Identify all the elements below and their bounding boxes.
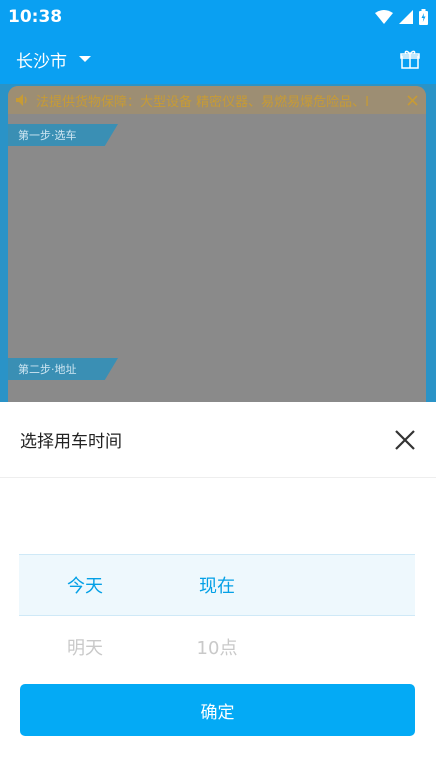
time-option[interactable]: 10点 bbox=[157, 634, 277, 660]
close-icon[interactable] bbox=[394, 429, 416, 451]
speaker-icon bbox=[16, 94, 27, 106]
status-time: 10:38 bbox=[8, 7, 63, 27]
day-option-selected[interactable]: 今天 bbox=[25, 572, 145, 598]
close-icon[interactable] bbox=[407, 94, 418, 106]
sheet-title: 选择用车时间 bbox=[20, 432, 122, 452]
time-picker-sheet: 选择用车时间 今天 现在 明天 10点 确定 bbox=[0, 402, 436, 776]
sheet-header: 选择用车时间 bbox=[0, 402, 436, 478]
wifi-icon bbox=[375, 10, 393, 24]
system-icons bbox=[375, 9, 428, 25]
status-bar: 10:38 bbox=[0, 0, 436, 34]
step-1-label: 第一步·选车 bbox=[8, 124, 118, 146]
notice-text: 法提供货物保障：大型设备 精密仪器、易燃易爆危险品、I bbox=[36, 94, 369, 110]
step-2-label: 第二步·地址 bbox=[8, 358, 118, 380]
app-bar: 长沙市 bbox=[0, 34, 436, 84]
confirm-button[interactable]: 确定 bbox=[20, 684, 415, 736]
day-option[interactable]: 明天 bbox=[25, 634, 145, 660]
order-card: 法提供货物保障：大型设备 精密仪器、易燃易爆危险品、I 第一步·选车 第二步·地… bbox=[8, 86, 426, 446]
gift-icon[interactable] bbox=[400, 49, 420, 69]
battery-icon bbox=[419, 9, 428, 25]
city-selector[interactable]: 长沙市 bbox=[16, 47, 91, 72]
chevron-down-icon bbox=[79, 56, 91, 62]
time-option-selected[interactable]: 现在 bbox=[157, 572, 277, 598]
time-picker[interactable]: 今天 现在 明天 10点 bbox=[19, 554, 415, 678]
notice-bar: 法提供货物保障：大型设备 精密仪器、易燃易爆危险品、I bbox=[8, 86, 426, 114]
cellular-signal-icon bbox=[399, 10, 413, 24]
city-name: 长沙市 bbox=[16, 51, 67, 72]
